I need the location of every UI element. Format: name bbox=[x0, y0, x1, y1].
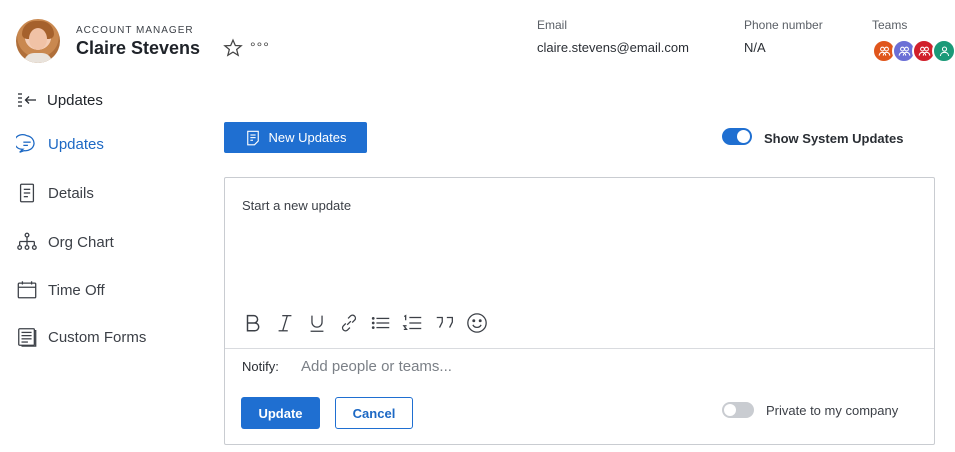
quote-icon[interactable] bbox=[434, 312, 456, 334]
teams-list bbox=[872, 39, 955, 63]
phone-value: N/A bbox=[744, 40, 766, 55]
notify-input[interactable] bbox=[301, 355, 701, 377]
numbered-list-icon[interactable] bbox=[402, 312, 424, 334]
sidebar-item-custom-forms[interactable]: Custom Forms bbox=[16, 325, 146, 349]
link-icon[interactable] bbox=[338, 312, 360, 334]
emoji-icon[interactable] bbox=[466, 312, 488, 334]
team-icon[interactable] bbox=[932, 39, 955, 63]
update-button[interactable]: Update bbox=[241, 397, 320, 429]
sidebar-item-label: Custom Forms bbox=[48, 328, 147, 346]
sidebar-item-details[interactable]: Details bbox=[16, 181, 94, 205]
new-update-icon bbox=[247, 130, 260, 145]
private-toggle[interactable] bbox=[722, 402, 754, 418]
phone-label: Phone number bbox=[744, 18, 823, 32]
new-updates-label: New Updates bbox=[268, 130, 347, 145]
profile-name: Claire Stevens bbox=[76, 38, 201, 58]
sidebar-collapse-button[interactable]: Updates bbox=[16, 91, 103, 109]
sidebar-collapse-label: Updates bbox=[47, 91, 103, 109]
email-value[interactable]: claire.stevens@email.com bbox=[537, 40, 689, 55]
teams-label: Teams bbox=[872, 18, 908, 32]
update-text-area[interactable]: Start a new update bbox=[242, 198, 351, 213]
avatar bbox=[16, 19, 60, 63]
more-options-icon[interactable]: °°° bbox=[250, 39, 270, 55]
calendar-icon bbox=[17, 281, 37, 299]
sidebar-item-label: Details bbox=[48, 184, 94, 202]
editor-divider bbox=[225, 348, 934, 349]
collapse-sidebar-icon bbox=[18, 93, 36, 107]
cancel-button[interactable]: Cancel bbox=[335, 397, 413, 429]
underline-icon[interactable] bbox=[306, 312, 328, 334]
profile-role: ACCOUNT MANAGER bbox=[76, 25, 194, 36]
sidebar-item-label: Org Chart bbox=[48, 233, 114, 251]
org-chart-icon bbox=[17, 232, 37, 250]
new-updates-button[interactable]: New Updates bbox=[224, 122, 367, 153]
sidebar-item-label: Time Off bbox=[48, 281, 105, 299]
star-icon[interactable] bbox=[223, 38, 243, 62]
forms-icon bbox=[18, 328, 37, 347]
bold-icon[interactable] bbox=[242, 312, 264, 334]
update-editor: Start a new update Notify: Update Cancel bbox=[224, 177, 935, 445]
bullet-list-icon[interactable] bbox=[370, 312, 392, 334]
sidebar-item-org-chart[interactable]: Org Chart bbox=[16, 230, 114, 254]
sidebar-item-label: Updates bbox=[48, 135, 104, 153]
chat-bubble-icon bbox=[16, 134, 35, 153]
show-system-updates-toggle[interactable] bbox=[722, 128, 752, 145]
sidebar-item-updates[interactable]: Updates bbox=[16, 132, 104, 156]
email-label: Email bbox=[537, 18, 568, 32]
italic-icon[interactable] bbox=[274, 312, 296, 334]
show-system-updates-label: Show System Updates bbox=[764, 131, 904, 146]
private-label: Private to my company bbox=[766, 403, 899, 418]
formatting-toolbar bbox=[242, 312, 498, 334]
sidebar-item-time-off[interactable]: Time Off bbox=[16, 278, 105, 302]
notify-label: Notify: bbox=[242, 359, 279, 374]
document-icon bbox=[19, 183, 35, 203]
